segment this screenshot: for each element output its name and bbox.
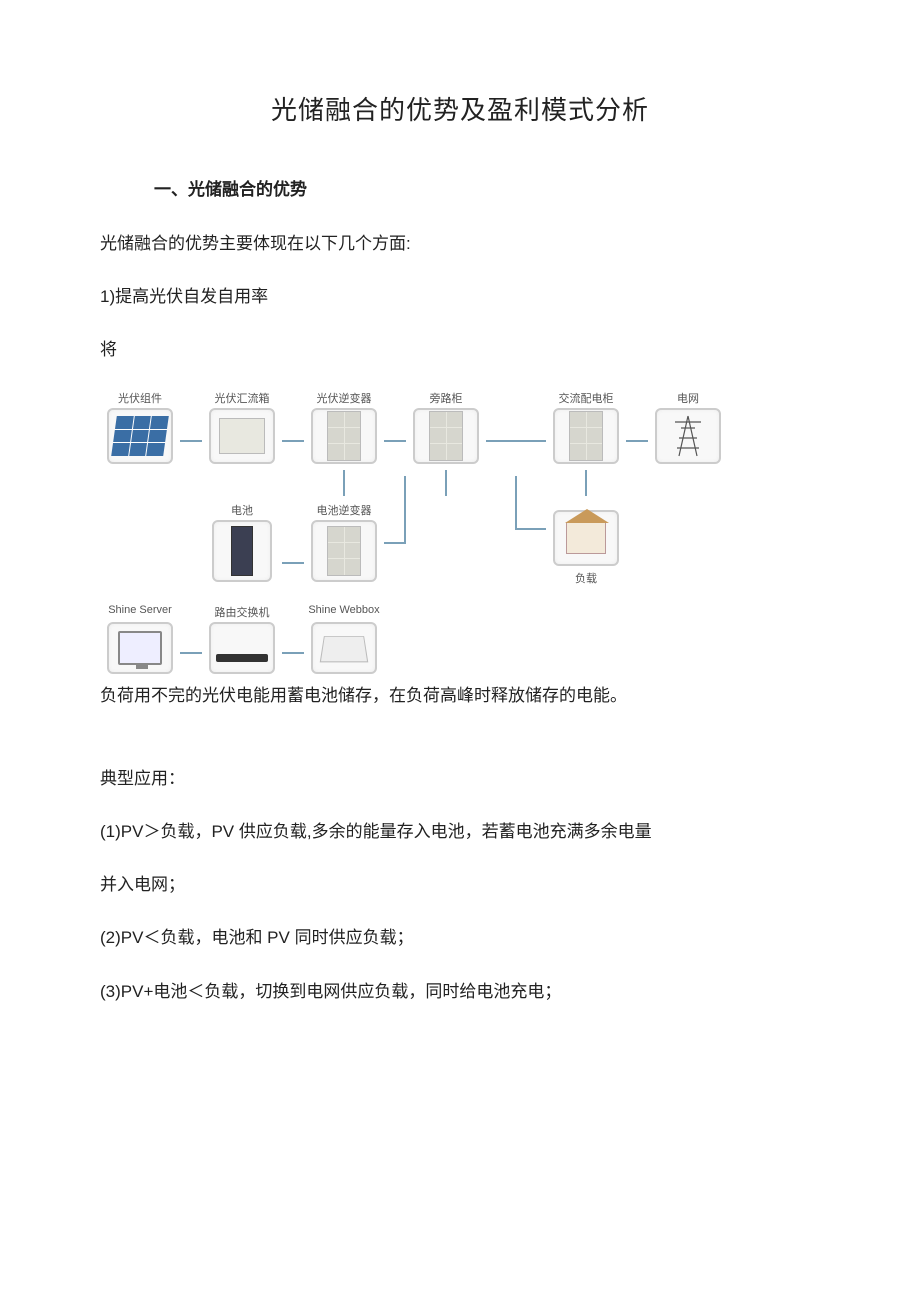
intro-text: 光储融合的优势主要体现在以下几个方面: — [100, 230, 820, 257]
label-router: 路由交换机 — [215, 604, 270, 618]
label-ac-cabinet: 交流配电柜 — [559, 390, 614, 404]
diagram-caption: 负荷用不完的光伏电能用蓄电池储存，在负荷高峰时释放储存的电能。 — [100, 682, 820, 709]
label-webbox: Shine Webbox — [308, 604, 379, 618]
label-grid: 电网 — [677, 390, 699, 404]
label-battery: 电池 — [231, 502, 253, 516]
case-1: (1)PV＞负载，PV 供应负载,多余的能量存入电池，若蓄电池充满多余电量 — [100, 818, 820, 845]
node-load — [553, 510, 619, 566]
label-server: Shine Server — [108, 604, 172, 618]
node-pv-inverter — [311, 408, 377, 464]
case-1b: 并入电网； — [100, 871, 820, 898]
lead-char: 将 — [100, 336, 820, 363]
node-meter-cabinet — [413, 408, 479, 464]
node-router — [209, 622, 275, 674]
node-batt-inverter — [311, 520, 377, 582]
document-title: 光储融合的优势及盈利模式分析 — [100, 90, 820, 127]
case-2: (2)PV＜负载，电池和 PV 同时供应负载； — [100, 924, 820, 951]
node-battery — [212, 520, 272, 582]
node-pv-panel — [107, 408, 173, 464]
case-3: (3)PV+电池＜负载，切换到电网供应负载，同时给电池充电； — [100, 978, 820, 1005]
typical-heading: 典型应用： — [100, 765, 820, 792]
label-batt-inverter: 电池逆变器 — [317, 502, 372, 516]
label-pv-panel: 光伏组件 — [118, 390, 162, 404]
label-combiner: 光伏汇流箱 — [215, 390, 270, 404]
section-1-heading: 一、光储融合的优势 — [154, 175, 820, 200]
label-load: 负载 — [575, 570, 597, 584]
point-1: 1)提高光伏自发自用率 — [100, 283, 820, 310]
label-pv-inverter: 光伏逆变器 — [317, 390, 372, 404]
node-ac-cabinet — [553, 408, 619, 464]
node-webbox — [311, 622, 377, 674]
node-combiner — [209, 408, 275, 464]
label-meter-cabinet: 旁路柜 — [430, 390, 463, 404]
node-server — [107, 622, 173, 674]
pv-storage-diagram: 光伏组件 光伏汇流箱 光伏逆变器 旁路柜 交流配电柜 电网 — [100, 390, 820, 674]
node-grid — [655, 408, 721, 464]
